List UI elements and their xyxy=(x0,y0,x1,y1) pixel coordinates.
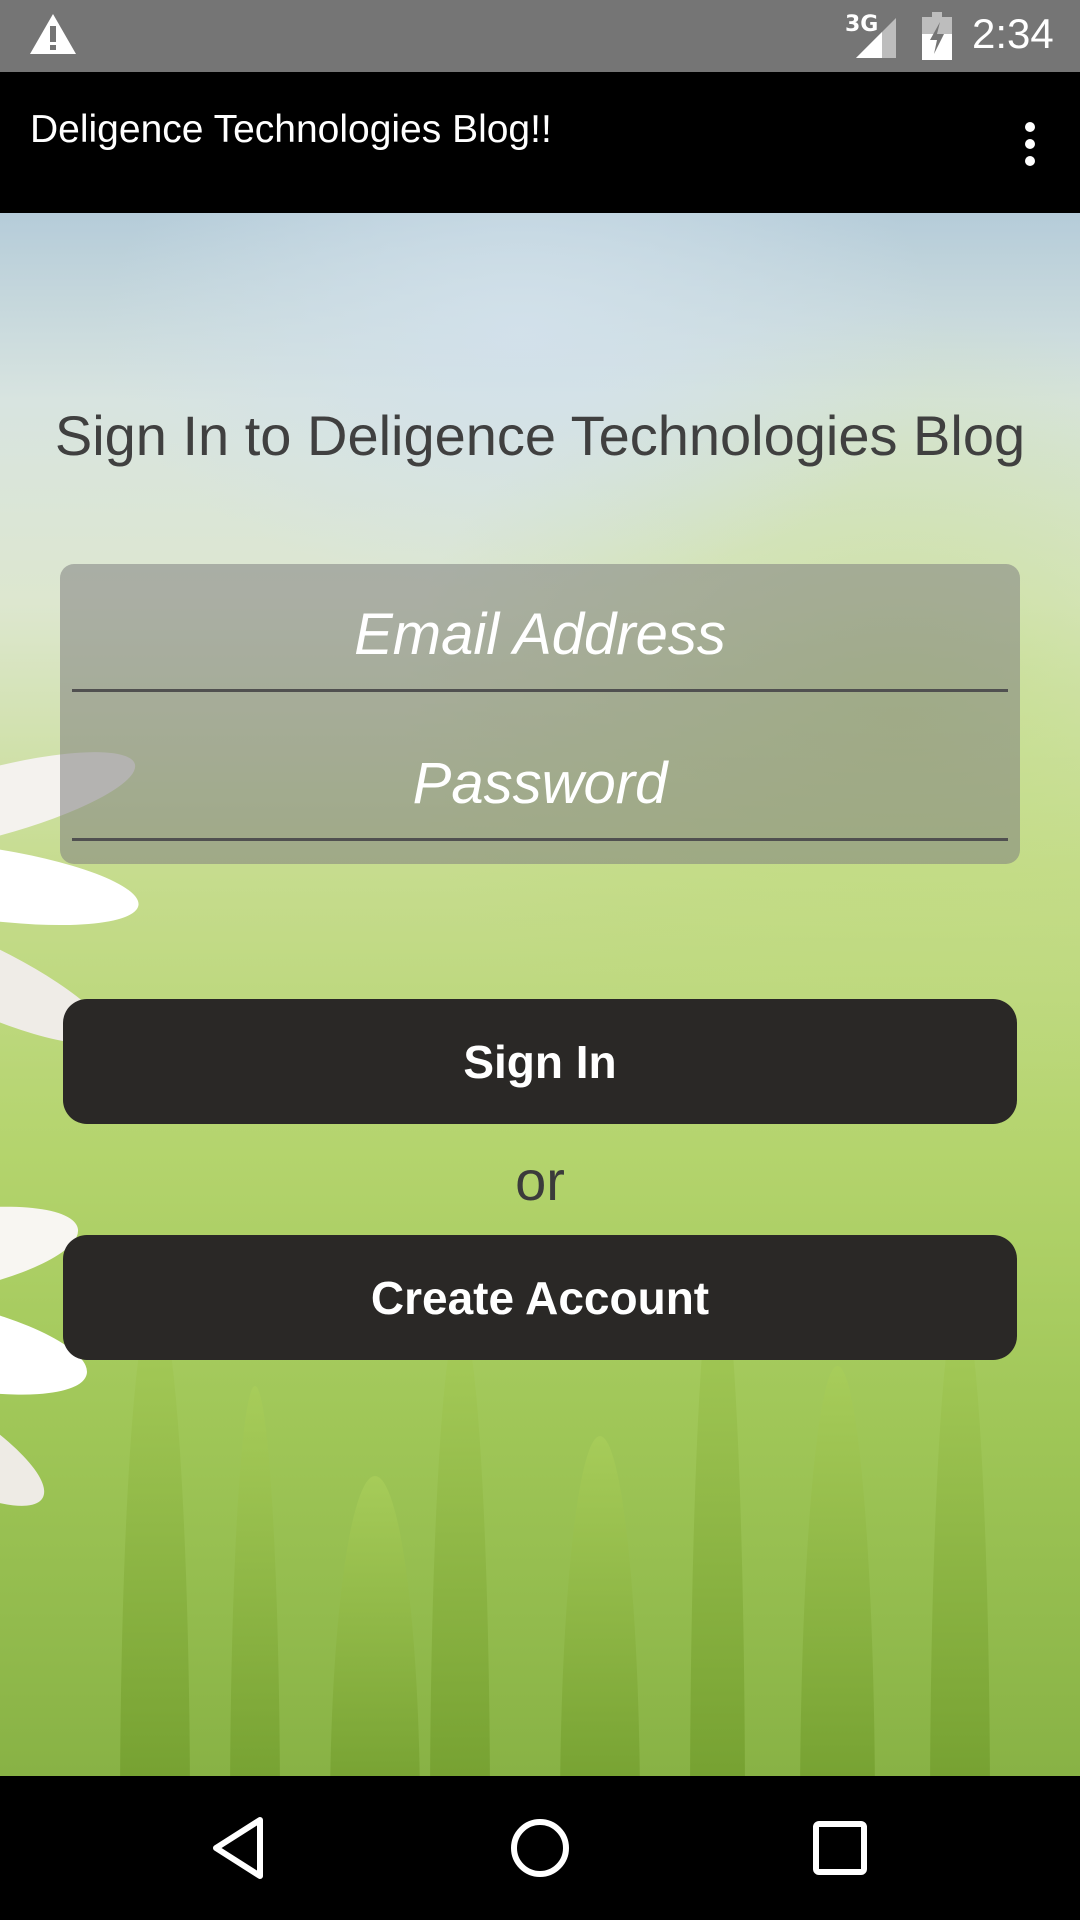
email-field-container xyxy=(72,579,1008,692)
home-icon[interactable] xyxy=(498,1806,582,1890)
status-bar: 3G 2:34 xyxy=(0,0,1080,72)
sign-in-button[interactable]: Sign In xyxy=(63,999,1017,1124)
password-input[interactable] xyxy=(72,728,1008,838)
signin-heading: Sign In to Deligence Technologies Blog xyxy=(54,404,1026,467)
password-field-container xyxy=(72,728,1008,841)
warning-icon xyxy=(30,14,76,54)
app-title: Deligence Technologies Blog!! xyxy=(30,108,552,151)
or-separator: or xyxy=(515,1149,565,1212)
overflow-menu-icon[interactable] xyxy=(1000,112,1060,176)
background-grass xyxy=(430,1316,490,1776)
back-icon[interactable] xyxy=(198,1806,282,1890)
battery-charging-icon xyxy=(922,12,952,60)
app-bar: Deligence Technologies Blog!! xyxy=(0,72,1080,213)
email-input[interactable] xyxy=(72,579,1008,689)
navigation-bar xyxy=(0,1776,1080,1920)
background-grass xyxy=(930,1296,990,1776)
status-clock: 2:34 xyxy=(972,10,1054,57)
login-form-card xyxy=(60,564,1020,864)
signal-icon xyxy=(856,18,896,58)
background-grass xyxy=(560,1436,640,1776)
screen: 3G 2:34 Deligence Technologies Blog!! Si… xyxy=(0,0,1080,1920)
create-account-button[interactable]: Create Account xyxy=(63,1235,1017,1360)
recents-icon[interactable] xyxy=(798,1806,882,1890)
login-content: Sign In to Deligence Technologies Blog S… xyxy=(0,213,1080,1776)
background-grass xyxy=(330,1476,420,1776)
background-grass xyxy=(800,1366,875,1776)
background-grass xyxy=(230,1386,280,1776)
